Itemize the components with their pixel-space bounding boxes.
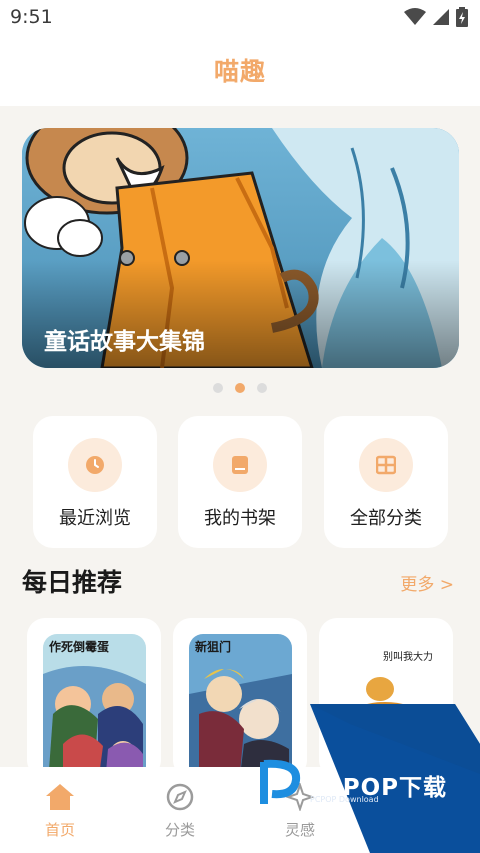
tab-categories[interactable]: 分类 xyxy=(120,767,240,853)
book-icon xyxy=(213,438,267,492)
watermark-subtext: PCPOP Download xyxy=(310,795,379,804)
battery-icon xyxy=(456,7,468,27)
tab-label: 分类 xyxy=(164,821,195,839)
tab-home[interactable]: 首页 xyxy=(0,767,120,853)
book-cover-title: 作死倒霉蛋 xyxy=(49,640,110,654)
grid-icon xyxy=(359,438,413,492)
status-time: 9:51 xyxy=(10,6,53,28)
home-icon xyxy=(44,781,76,813)
quick-action-recent[interactable]: 最近浏览 xyxy=(33,416,157,548)
wifi-icon xyxy=(404,8,426,25)
quick-action-categories[interactable]: 全部分类 xyxy=(324,416,448,548)
book-cover-title: 别叫我大力 xyxy=(383,652,433,663)
status-icons xyxy=(404,6,468,28)
pagination-dot[interactable] xyxy=(257,383,267,393)
book-cover-title: 新狙门 xyxy=(195,640,232,654)
compass-icon xyxy=(164,781,196,813)
signal-icon xyxy=(433,9,449,25)
more-link[interactable]: 更多 > xyxy=(400,570,454,595)
section-title-daily: 每日推荐 xyxy=(22,568,123,597)
tab-label: 首页 xyxy=(44,821,75,839)
quick-action-label: 我的书架 xyxy=(204,508,276,529)
book-card[interactable]: 新狙门 xyxy=(173,618,307,778)
pagination-dot[interactable] xyxy=(213,383,223,393)
banner-pagination xyxy=(0,383,480,393)
quick-action-bookshelf[interactable]: 我的书架 xyxy=(178,416,302,548)
app-title: 喵趣 xyxy=(213,57,266,86)
pagination-dot-active[interactable] xyxy=(235,383,245,393)
quick-action-label: 最近浏览 xyxy=(59,508,131,529)
banner-caption: 童话故事大集锦 xyxy=(44,329,205,355)
book-card[interactable]: 作死倒霉蛋 xyxy=(27,618,161,778)
status-bar: 9:51 xyxy=(0,0,480,34)
banner-carousel[interactable]: 童话故事大集锦 xyxy=(22,128,459,368)
app-header: 喵趣 xyxy=(0,34,480,106)
book-cover: 新狙门 xyxy=(189,634,292,778)
watermark-logo-icon xyxy=(260,759,301,804)
book-cover: 作死倒霉蛋 xyxy=(43,634,146,778)
clock-icon xyxy=(68,438,122,492)
quick-action-label: 全部分类 xyxy=(350,508,422,529)
